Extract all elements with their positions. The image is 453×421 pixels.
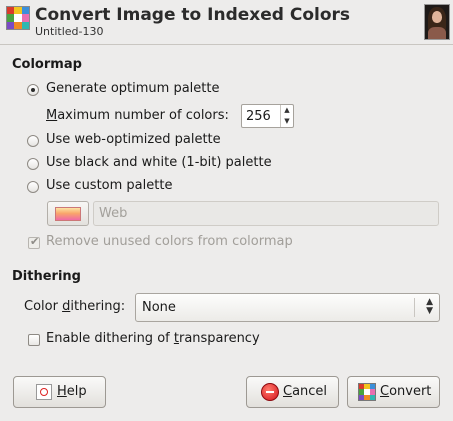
colormap-heading: Colormap [12, 57, 82, 72]
spin-up-icon[interactable]: ▲ [281, 105, 293, 116]
color-dithering-label: Color dithering: [24, 299, 126, 314]
help-button-label: Help [57, 384, 87, 399]
spin-down-icon[interactable]: ▼ [281, 116, 293, 127]
max-colors-spinner[interactable]: 256 ▲ ▼ [241, 104, 294, 128]
color-dithering-select[interactable]: None ▲ ▼ [135, 293, 440, 322]
generate-optimum-label[interactable]: Generate optimum palette [46, 81, 219, 96]
dialog-title: Convert Image to Indexed Colors [35, 5, 351, 25]
chevron-updown-icon: ▲ ▼ [426, 297, 433, 316]
image-name: Untitled-130 [35, 25, 104, 38]
dithering-heading: Dithering [12, 269, 81, 284]
cancel-button[interactable]: Cancel [246, 376, 339, 408]
color-dithering-value: None [142, 300, 176, 315]
radio-black-white[interactable] [27, 158, 39, 170]
checkmark-icon: ✔ [30, 235, 40, 248]
gimp-indexed-icon [6, 6, 30, 30]
black-white-label[interactable]: Use black and white (1-bit) palette [46, 155, 272, 170]
dither-transparency-checkbox[interactable] [28, 334, 40, 346]
help-icon [36, 384, 52, 400]
header-separator [0, 44, 453, 45]
convert-icon [358, 383, 376, 401]
image-thumbnail [424, 4, 450, 40]
palette-name-value: Web [99, 206, 128, 221]
remove-unused-label: Remove unused colors from colormap [46, 234, 293, 249]
convert-button-label: Convert [380, 384, 432, 399]
web-optimized-label[interactable]: Use web-optimized palette [46, 132, 221, 147]
cancel-button-label: Cancel [283, 384, 328, 399]
palette-select-button[interactable] [47, 201, 89, 226]
combo-separator [414, 298, 415, 317]
radio-custom-palette[interactable] [27, 181, 39, 193]
radio-web-optimized[interactable] [27, 135, 39, 147]
remove-unused-checkbox: ✔ [28, 235, 40, 249]
convert-button[interactable]: Convert [347, 376, 440, 408]
palette-gradient-icon [55, 207, 81, 221]
max-colors-value[interactable]: 256 [246, 109, 271, 124]
custom-palette-label[interactable]: Use custom palette [46, 178, 172, 193]
help-button[interactable]: Help [13, 376, 106, 408]
radio-generate-optimum[interactable] [27, 84, 39, 96]
dither-transparency-label[interactable]: Enable dithering of transparency [46, 331, 260, 346]
cancel-icon [261, 383, 279, 401]
palette-name-field: Web [93, 201, 439, 226]
max-colors-label: Maximum number of colors: [46, 108, 229, 123]
